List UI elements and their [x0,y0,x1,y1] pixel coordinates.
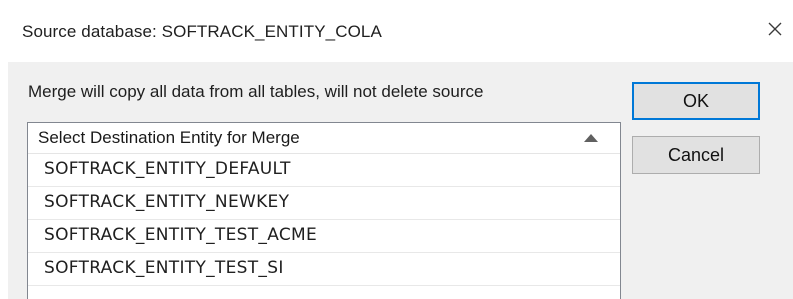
list-column-header[interactable]: Select Destination Entity for Merge [28,123,620,154]
list-item[interactable]: SOFTRACK_ENTITY_DEFAULT [28,154,620,187]
close-button[interactable] [760,14,790,44]
cancel-button[interactable]: Cancel [632,136,760,174]
list-item-label: SOFTRACK_ENTITY_NEWKEY [44,192,290,212]
list-item[interactable]: SOFTRACK_ENTITY_TEST_SI [28,253,620,286]
list-item-label: SOFTRACK_ENTITY_TEST_ACME [44,225,318,245]
list-item[interactable]: SOFTRACK_ENTITY_TEST_ACME [28,220,620,253]
list-item[interactable]: SOFTRACK_ENTITY_NEWKEY [28,187,620,220]
title-bar[interactable]: Source database: SOFTRACK_ENTITY_COLA [0,0,793,62]
dialog-title: Source database: SOFTRACK_ENTITY_COLA [22,22,382,41]
list-item-label: SOFTRACK_ENTITY_TEST_SI [44,258,284,278]
destination-entity-list[interactable]: Select Destination Entity for Merge SOFT… [27,122,621,299]
merge-dialog: Source database: SOFTRACK_ENTITY_COLA Me… [0,0,793,299]
list-item-label: SOFTRACK_ENTITY_DEFAULT [44,159,291,179]
dialog-body: Merge will copy all data from all tables… [8,62,793,299]
close-icon [768,22,782,36]
list-header-label: Select Destination Entity for Merge [38,128,300,147]
ok-button[interactable]: OK [632,82,760,120]
merge-description: Merge will copy all data from all tables… [28,82,484,101]
sort-ascending-icon [584,134,598,142]
